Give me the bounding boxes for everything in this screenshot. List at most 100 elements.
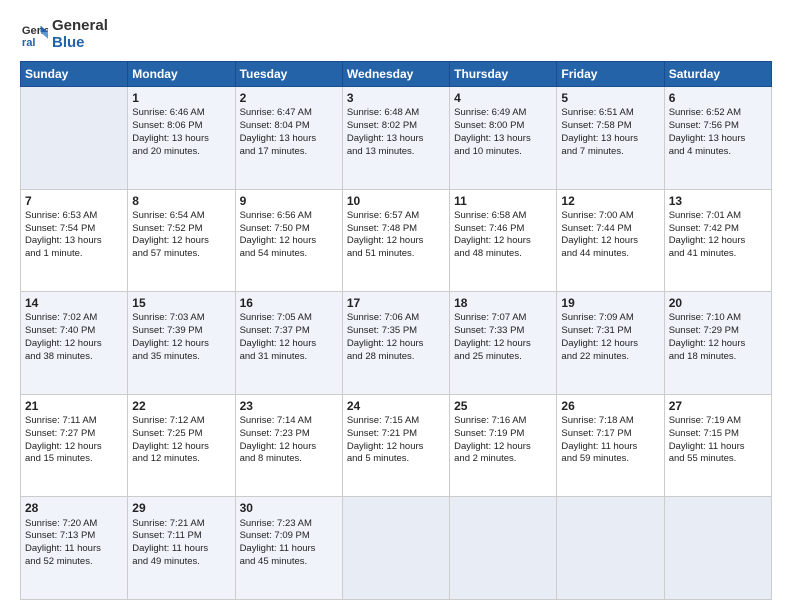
day-info: Sunrise: 6:47 AM bbox=[240, 107, 338, 120]
day-info: Sunset: 8:00 PM bbox=[454, 120, 552, 133]
day-info: Sunrise: 7:20 AM bbox=[25, 518, 123, 531]
day-info: Sunrise: 6:46 AM bbox=[132, 107, 230, 120]
day-info: Daylight: 12 hours bbox=[347, 441, 445, 454]
day-info: Sunset: 7:42 PM bbox=[669, 223, 767, 236]
day-info: Daylight: 12 hours bbox=[240, 338, 338, 351]
day-info: Daylight: 11 hours bbox=[25, 543, 123, 556]
day-info: Daylight: 13 hours bbox=[454, 133, 552, 146]
day-info: and 4 minutes. bbox=[669, 146, 767, 159]
header: Gene ral General Blue bbox=[20, 18, 772, 51]
day-number: 7 bbox=[25, 193, 123, 209]
day-info: Daylight: 12 hours bbox=[454, 441, 552, 454]
calendar-header-monday: Monday bbox=[128, 62, 235, 87]
calendar-cell: 5Sunrise: 6:51 AMSunset: 7:58 PMDaylight… bbox=[557, 87, 664, 190]
day-info: Sunset: 7:21 PM bbox=[347, 428, 445, 441]
day-info: Sunrise: 7:15 AM bbox=[347, 415, 445, 428]
calendar-week-row: 21Sunrise: 7:11 AMSunset: 7:27 PMDayligh… bbox=[21, 394, 772, 497]
day-info: Daylight: 12 hours bbox=[25, 441, 123, 454]
calendar-cell: 10Sunrise: 6:57 AMSunset: 7:48 PMDayligh… bbox=[342, 189, 449, 292]
day-info: Sunset: 7:15 PM bbox=[669, 428, 767, 441]
day-info: and 25 minutes. bbox=[454, 351, 552, 364]
day-info: and 17 minutes. bbox=[240, 146, 338, 159]
day-info: and 20 minutes. bbox=[132, 146, 230, 159]
calendar-cell: 15Sunrise: 7:03 AMSunset: 7:39 PMDayligh… bbox=[128, 292, 235, 395]
day-info: Sunset: 7:25 PM bbox=[132, 428, 230, 441]
calendar-cell: 24Sunrise: 7:15 AMSunset: 7:21 PMDayligh… bbox=[342, 394, 449, 497]
day-info: Sunset: 7:46 PM bbox=[454, 223, 552, 236]
day-info: Daylight: 13 hours bbox=[25, 235, 123, 248]
day-info: Daylight: 12 hours bbox=[561, 338, 659, 351]
day-info: and 15 minutes. bbox=[25, 453, 123, 466]
calendar-cell: 14Sunrise: 7:02 AMSunset: 7:40 PMDayligh… bbox=[21, 292, 128, 395]
calendar-cell: 9Sunrise: 6:56 AMSunset: 7:50 PMDaylight… bbox=[235, 189, 342, 292]
day-info: Daylight: 12 hours bbox=[454, 235, 552, 248]
calendar-cell: 27Sunrise: 7:19 AMSunset: 7:15 PMDayligh… bbox=[664, 394, 771, 497]
day-number: 30 bbox=[240, 500, 338, 516]
calendar-cell bbox=[342, 497, 449, 600]
day-info: and 38 minutes. bbox=[25, 351, 123, 364]
day-info: and 55 minutes. bbox=[669, 453, 767, 466]
day-info: and 5 minutes. bbox=[347, 453, 445, 466]
day-info: Sunset: 7:56 PM bbox=[669, 120, 767, 133]
day-info: and 8 minutes. bbox=[240, 453, 338, 466]
calendar-cell: 7Sunrise: 6:53 AMSunset: 7:54 PMDaylight… bbox=[21, 189, 128, 292]
calendar-cell: 17Sunrise: 7:06 AMSunset: 7:35 PMDayligh… bbox=[342, 292, 449, 395]
calendar-cell: 30Sunrise: 7:23 AMSunset: 7:09 PMDayligh… bbox=[235, 497, 342, 600]
calendar-cell: 8Sunrise: 6:54 AMSunset: 7:52 PMDaylight… bbox=[128, 189, 235, 292]
day-info: Sunset: 7:19 PM bbox=[454, 428, 552, 441]
day-number: 2 bbox=[240, 90, 338, 106]
logo: Gene ral General Blue bbox=[20, 18, 108, 51]
day-info: Daylight: 12 hours bbox=[561, 235, 659, 248]
day-info: and 59 minutes. bbox=[561, 453, 659, 466]
calendar-week-row: 14Sunrise: 7:02 AMSunset: 7:40 PMDayligh… bbox=[21, 292, 772, 395]
day-number: 21 bbox=[25, 398, 123, 414]
day-info: and 10 minutes. bbox=[454, 146, 552, 159]
day-info: Sunrise: 6:56 AM bbox=[240, 210, 338, 223]
day-number: 13 bbox=[669, 193, 767, 209]
calendar-header-sunday: Sunday bbox=[21, 62, 128, 87]
day-number: 23 bbox=[240, 398, 338, 414]
page: Gene ral General Blue SundayMondayTuesda… bbox=[0, 0, 792, 612]
day-info: and 45 minutes. bbox=[240, 556, 338, 569]
calendar-cell: 23Sunrise: 7:14 AMSunset: 7:23 PMDayligh… bbox=[235, 394, 342, 497]
calendar-cell: 2Sunrise: 6:47 AMSunset: 8:04 PMDaylight… bbox=[235, 87, 342, 190]
calendar-cell: 28Sunrise: 7:20 AMSunset: 7:13 PMDayligh… bbox=[21, 497, 128, 600]
calendar-table: SundayMondayTuesdayWednesdayThursdayFrid… bbox=[20, 61, 772, 600]
day-info: Sunset: 7:50 PM bbox=[240, 223, 338, 236]
day-info: Sunrise: 6:52 AM bbox=[669, 107, 767, 120]
day-info: Daylight: 13 hours bbox=[132, 133, 230, 146]
day-number: 18 bbox=[454, 295, 552, 311]
day-info: Sunrise: 7:10 AM bbox=[669, 312, 767, 325]
day-info: Sunset: 7:40 PM bbox=[25, 325, 123, 338]
day-info: Sunset: 7:13 PM bbox=[25, 530, 123, 543]
day-info: and 52 minutes. bbox=[25, 556, 123, 569]
day-info: Daylight: 13 hours bbox=[669, 133, 767, 146]
day-info: Sunset: 7:31 PM bbox=[561, 325, 659, 338]
calendar-header-friday: Friday bbox=[557, 62, 664, 87]
day-info: Sunrise: 7:23 AM bbox=[240, 518, 338, 531]
day-info: Sunrise: 7:14 AM bbox=[240, 415, 338, 428]
day-info: and 44 minutes. bbox=[561, 248, 659, 261]
calendar-cell: 19Sunrise: 7:09 AMSunset: 7:31 PMDayligh… bbox=[557, 292, 664, 395]
calendar-week-row: 7Sunrise: 6:53 AMSunset: 7:54 PMDaylight… bbox=[21, 189, 772, 292]
calendar-cell: 16Sunrise: 7:05 AMSunset: 7:37 PMDayligh… bbox=[235, 292, 342, 395]
calendar-header-tuesday: Tuesday bbox=[235, 62, 342, 87]
day-info: Sunrise: 6:49 AM bbox=[454, 107, 552, 120]
day-number: 22 bbox=[132, 398, 230, 414]
day-info: Daylight: 11 hours bbox=[132, 543, 230, 556]
day-info: Sunset: 7:37 PM bbox=[240, 325, 338, 338]
day-info: and 18 minutes. bbox=[669, 351, 767, 364]
day-info: and 48 minutes. bbox=[454, 248, 552, 261]
day-info: Sunrise: 7:06 AM bbox=[347, 312, 445, 325]
day-info: Sunset: 7:29 PM bbox=[669, 325, 767, 338]
day-info: Sunset: 8:02 PM bbox=[347, 120, 445, 133]
day-info: Daylight: 12 hours bbox=[25, 338, 123, 351]
logo-text-line1: General bbox=[52, 18, 108, 35]
calendar-cell: 20Sunrise: 7:10 AMSunset: 7:29 PMDayligh… bbox=[664, 292, 771, 395]
day-number: 8 bbox=[132, 193, 230, 209]
day-info: Sunrise: 6:51 AM bbox=[561, 107, 659, 120]
day-info: Sunrise: 6:54 AM bbox=[132, 210, 230, 223]
day-info: Sunrise: 7:18 AM bbox=[561, 415, 659, 428]
day-info: Daylight: 12 hours bbox=[132, 441, 230, 454]
day-number: 4 bbox=[454, 90, 552, 106]
